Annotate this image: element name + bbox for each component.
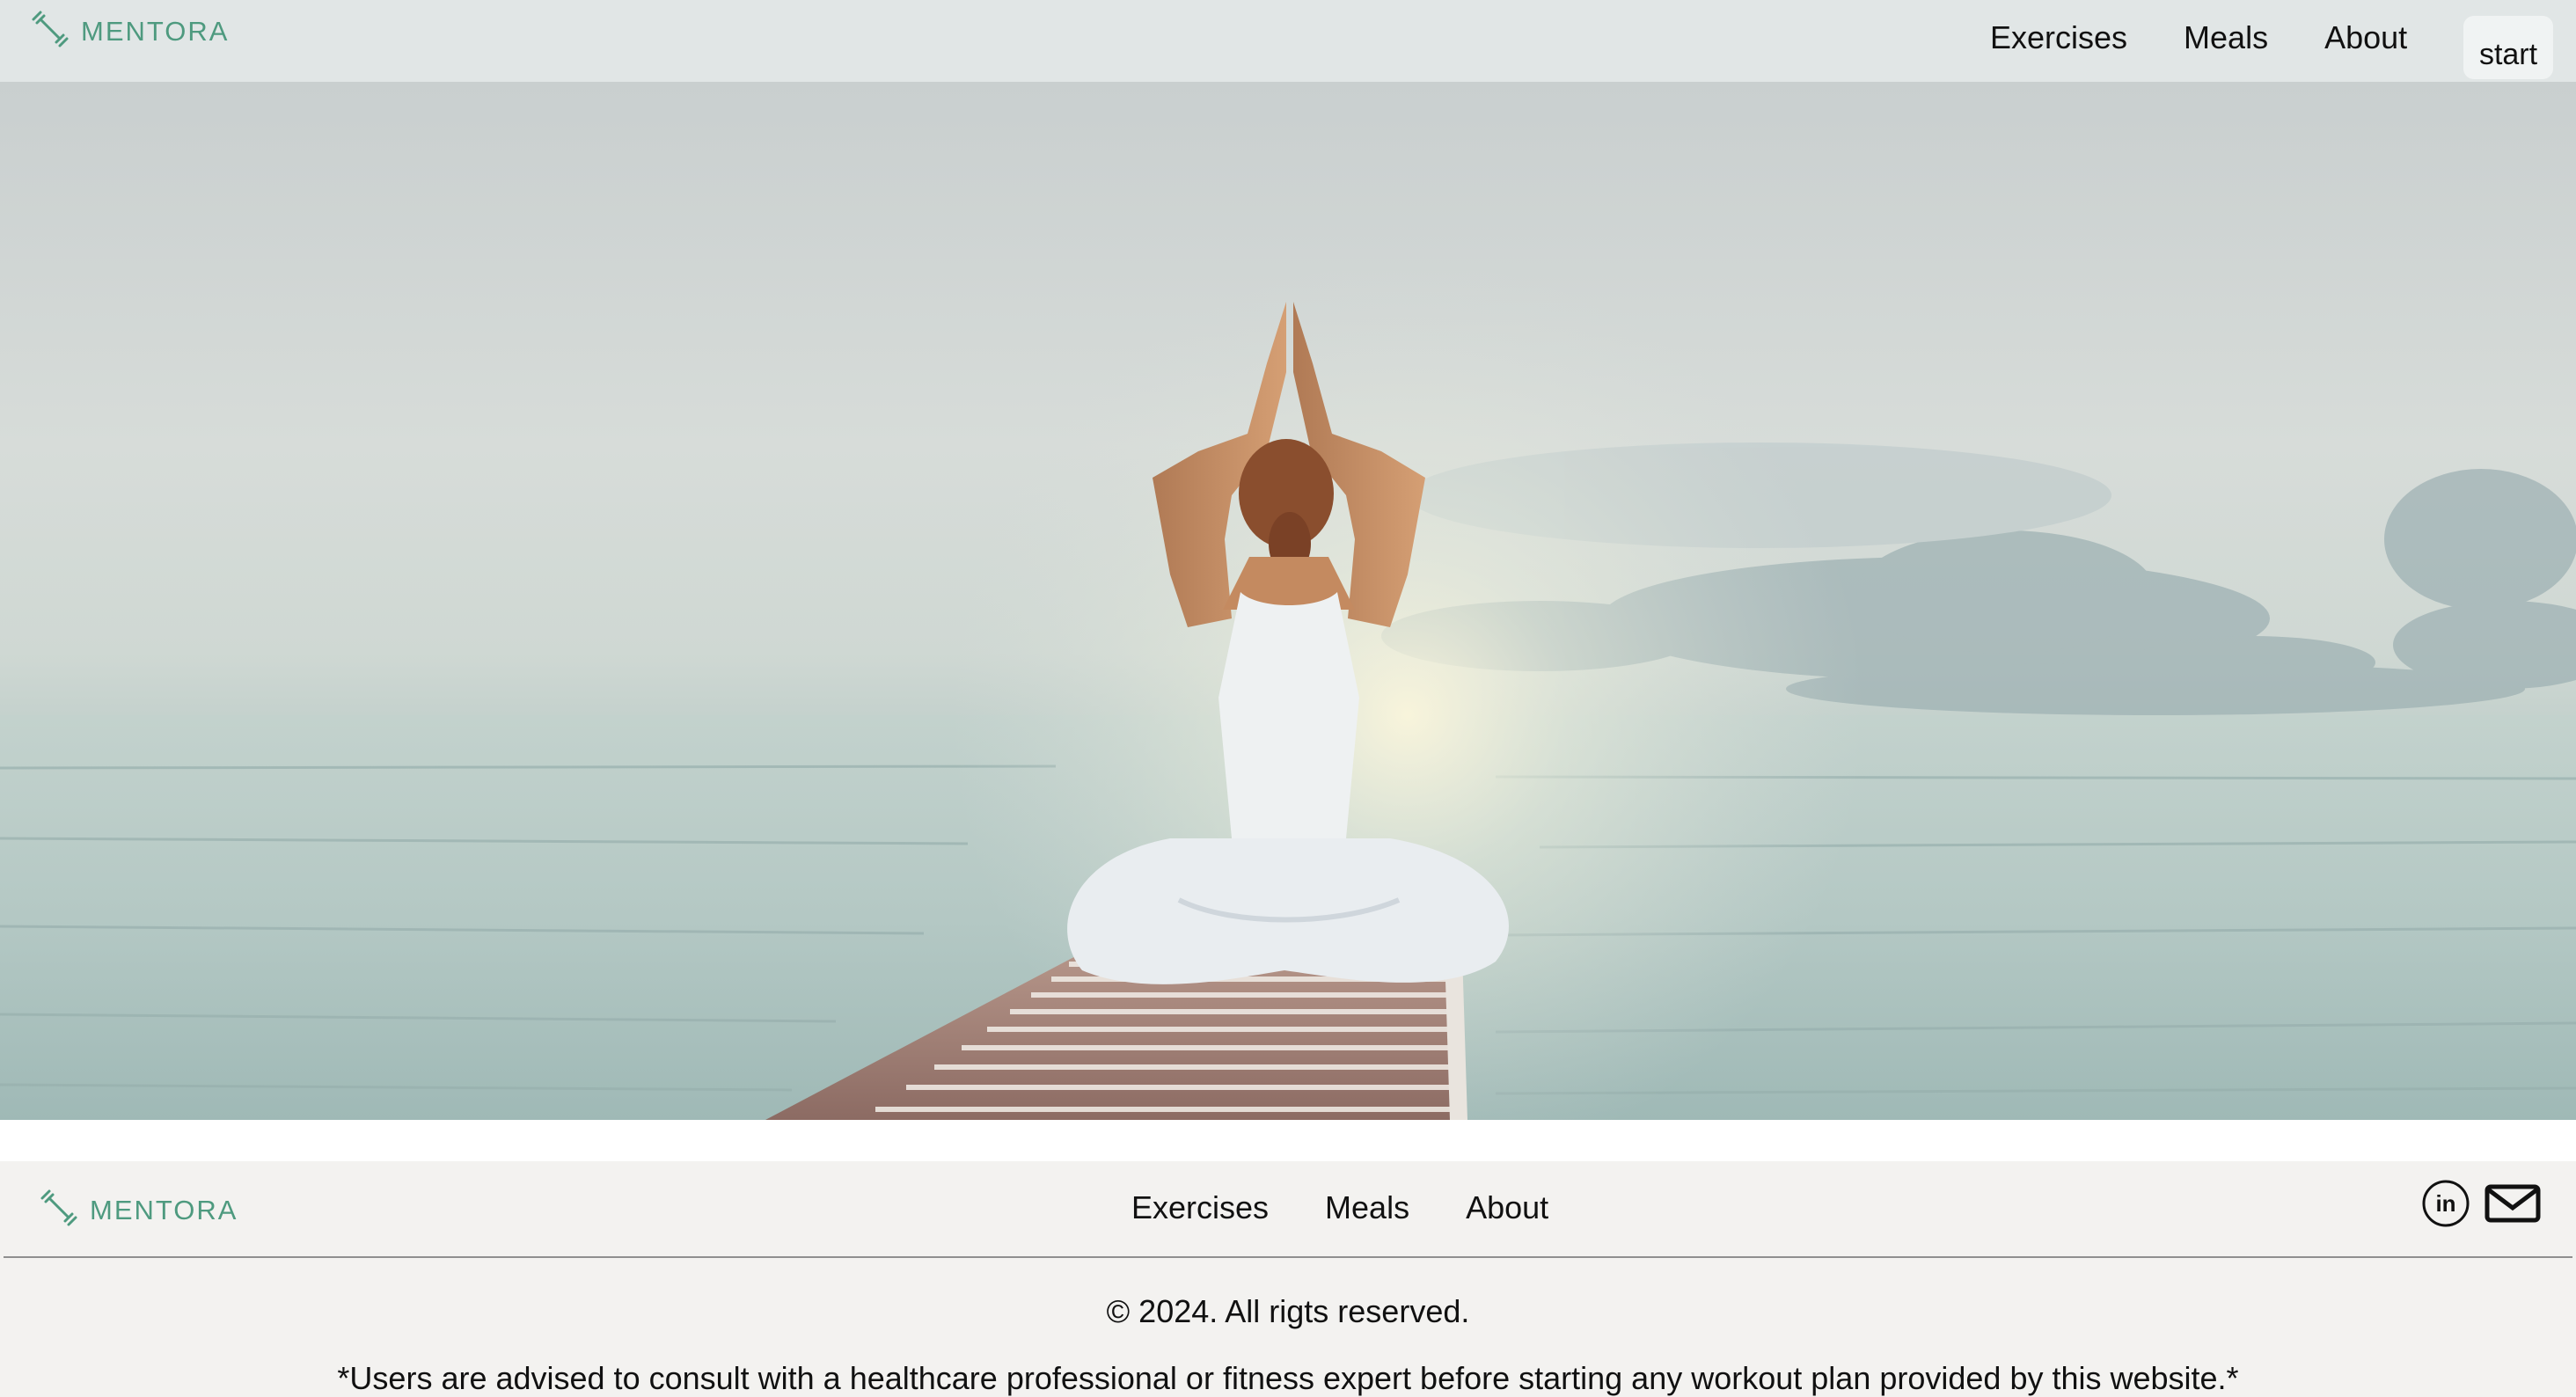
logo-text: MENTORA [81, 15, 230, 47]
nav-exercises[interactable]: Exercises [1990, 19, 2127, 56]
footer-nav: Exercises Meals About [1131, 1189, 1548, 1226]
footer: MENTORA Exercises Meals About in © 2024.… [0, 1161, 2576, 1397]
start-button[interactable]: start [2463, 16, 2553, 79]
nav-meals[interactable]: Meals [2184, 19, 2268, 56]
nav-about[interactable]: About [2324, 19, 2407, 56]
main-nav: Exercises Meals About [1990, 19, 2407, 56]
footer-nav-meals[interactable]: Meals [1325, 1189, 1409, 1226]
copyright-text: © 2024. All rigts reserved. [1106, 1293, 1470, 1329]
social-links: in [2421, 1179, 2541, 1232]
hero-image [0, 82, 2576, 1120]
dumbbell-icon [37, 1186, 81, 1234]
mail-icon[interactable] [2485, 1181, 2541, 1230]
footer-divider [4, 1256, 2572, 1258]
top-navbar: MENTORA Exercises Meals About start [0, 0, 2576, 82]
svg-text:in: in [2435, 1190, 2455, 1217]
dumbbell-icon [28, 7, 72, 55]
disclaimer-text: *Users are advised to consult with a hea… [337, 1360, 2239, 1396]
footer-nav-about[interactable]: About [1466, 1189, 1548, 1226]
linkedin-icon[interactable]: in [2421, 1179, 2470, 1232]
logo-text: MENTORA [90, 1194, 238, 1225]
header-logo[interactable]: MENTORA [28, 7, 229, 55]
footer-nav-exercises[interactable]: Exercises [1131, 1189, 1269, 1226]
footer-logo[interactable]: MENTORA [37, 1186, 238, 1234]
hero-illustration [0, 82, 2576, 1120]
